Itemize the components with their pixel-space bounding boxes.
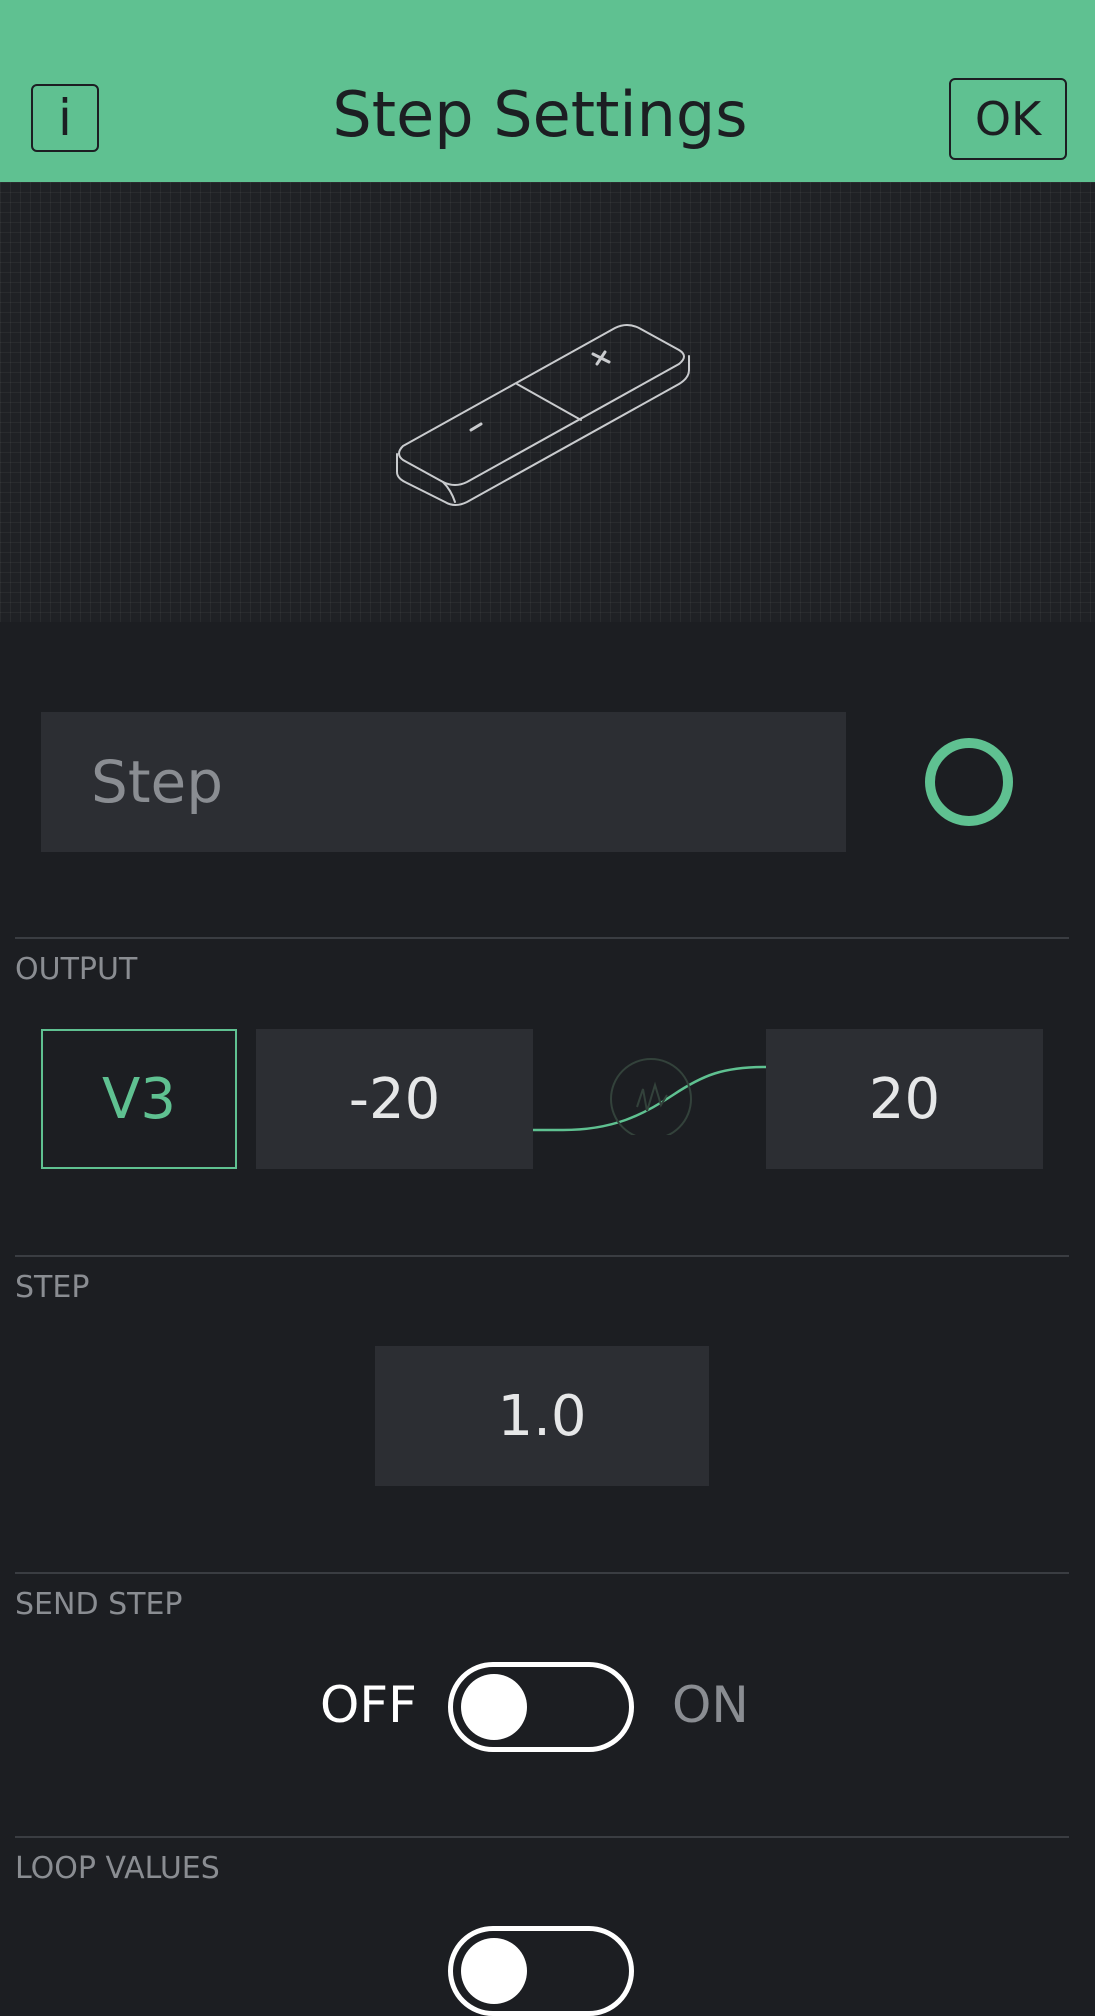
widget-name-input[interactable]: [41, 712, 846, 852]
send-step-on-label: ON: [672, 1676, 749, 1734]
widget-preview: [0, 182, 1095, 622]
toggle-knob: [461, 1938, 527, 2004]
header-bar: i Step Settings OK: [0, 0, 1095, 182]
step-widget-illustration: [396, 324, 690, 506]
output-max-field[interactable]: 20: [766, 1029, 1043, 1169]
send-step-off-label: OFF: [320, 1676, 417, 1734]
output-mapping-curve: [533, 1058, 766, 1135]
pin-select-button[interactable]: V3: [41, 1029, 237, 1169]
section-divider: [15, 1255, 1069, 1257]
section-divider: [15, 937, 1069, 939]
color-picker-button[interactable]: [925, 738, 1013, 826]
page-title: Step Settings: [332, 78, 748, 151]
output-section-label: OUTPUT: [15, 952, 138, 987]
step-value-field[interactable]: 1.0: [375, 1346, 709, 1486]
toggle-knob: [461, 1674, 527, 1740]
loop-values-toggle[interactable]: [448, 1926, 634, 2016]
section-divider: [15, 1572, 1069, 1574]
ok-button[interactable]: OK: [949, 78, 1067, 160]
output-min-field[interactable]: -20: [256, 1029, 533, 1169]
send-step-section-label: SEND STEP: [15, 1587, 183, 1622]
section-divider: [15, 1836, 1069, 1838]
send-step-toggle[interactable]: [448, 1662, 634, 1752]
step-section-label: STEP: [15, 1270, 90, 1305]
loop-values-section-label: LOOP VALUES: [15, 1851, 220, 1886]
